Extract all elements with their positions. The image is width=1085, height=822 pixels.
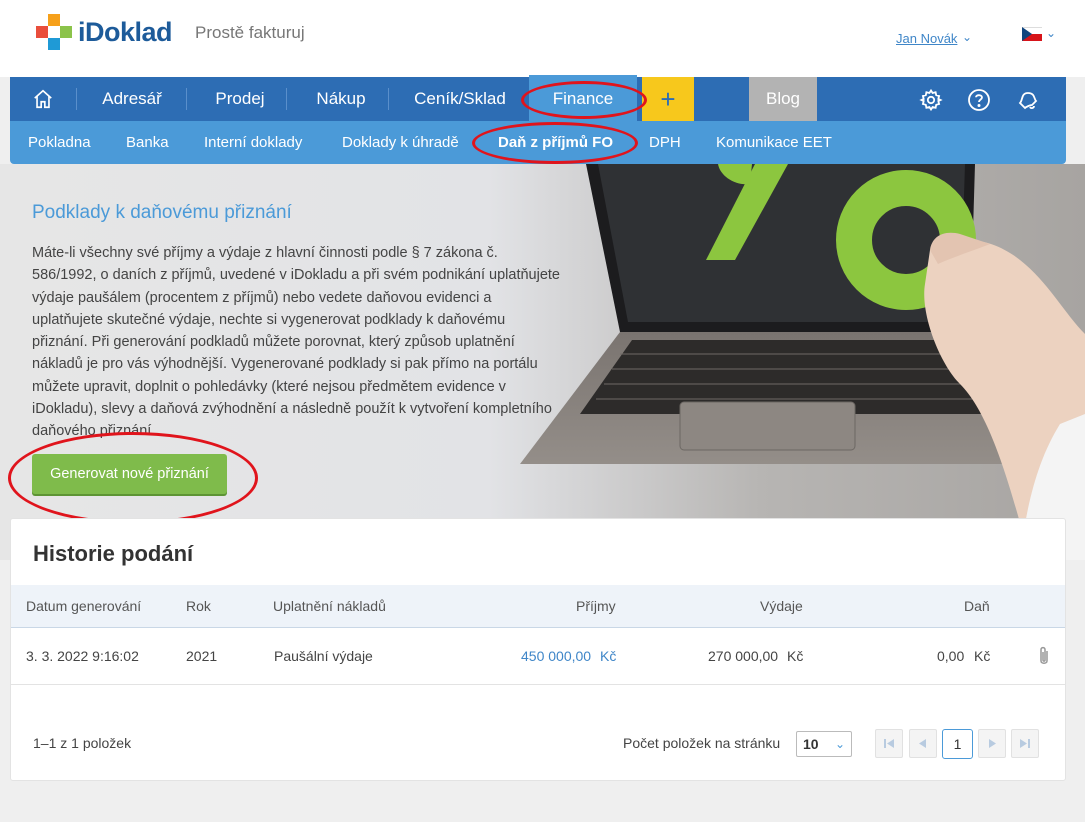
first-page-button[interactable] — [875, 729, 903, 758]
nav-adresar[interactable]: Adresář — [86, 77, 178, 121]
cell-year: 2021 — [186, 648, 218, 664]
items-count: 1–1 z 1 položek — [33, 735, 132, 751]
per-page-select[interactable]: 10 ⌄ — [796, 731, 852, 757]
subnav-dph[interactable]: DPH — [649, 121, 681, 164]
notification-icon[interactable] — [1016, 88, 1040, 112]
subnav-dan-z-prijmu-fo[interactable]: Daň z příjmů FO — [498, 121, 613, 164]
tagline: Prostě fakturuj — [195, 23, 305, 42]
logo-text: iDoklad — [78, 16, 173, 47]
cell-income-currency: Kč — [600, 648, 617, 664]
nav-cenik-sklad[interactable]: Ceník/Sklad — [398, 77, 522, 121]
hero-title: Podklady k daňovému přiznání — [32, 202, 292, 223]
subnav-doklady-k-uhrade[interactable]: Doklady k úhradě — [342, 121, 459, 164]
history-card: Historie podání Datum generování Rok Upl… — [10, 518, 1066, 781]
subnav-komunikace-eet[interactable]: Komunikace EET — [716, 121, 832, 164]
subnav-interni-doklady[interactable]: Interní doklady — [204, 121, 302, 164]
app-header: iDoklad Prostě fakturuj Jan Novák ⌄ ⌄ — [0, 0, 1085, 77]
col-expenses[interactable]: Výdaje — [760, 585, 803, 628]
sub-nav: Pokladna Banka Interní doklady Doklady k… — [10, 121, 1066, 164]
next-page-button[interactable] — [978, 729, 1006, 758]
chevron-down-icon[interactable]: ⌄ — [1046, 26, 1056, 40]
cell-tax-currency: Kč — [974, 648, 991, 664]
laptop-hand-illustration — [520, 164, 1085, 560]
per-page-value: 10 — [803, 736, 819, 752]
last-page-icon — [1020, 739, 1030, 748]
hero-description: Máte-li všechny své příjmy a výdaje z hl… — [32, 245, 560, 440]
add-button[interactable]: + — [642, 77, 694, 121]
attachment-icon[interactable] — [1037, 645, 1051, 667]
generate-return-button[interactable]: Generovat nové přiznání — [32, 454, 227, 494]
prev-page-button[interactable] — [909, 729, 937, 758]
col-year[interactable]: Rok — [186, 585, 211, 628]
cell-expenses: 270 000,00 — [708, 648, 779, 664]
current-page[interactable]: 1 — [942, 729, 973, 759]
logo-mark-icon — [36, 14, 72, 50]
col-date[interactable]: Datum generování — [26, 585, 141, 628]
per-page-label: Počet položek na stránku — [623, 735, 781, 751]
cell-expenses-currency: Kč — [787, 648, 804, 664]
idoklad-logo[interactable]: iDoklad — [36, 14, 173, 50]
table-row[interactable]: 3. 3. 2022 9:16:02 2021 Paušální výdaje … — [11, 628, 1065, 685]
home-icon[interactable] — [32, 88, 54, 110]
history-title: Historie podání — [33, 541, 194, 566]
first-page-icon — [884, 739, 894, 748]
nav-blog[interactable]: Blog — [749, 77, 817, 121]
last-page-button[interactable] — [1011, 729, 1039, 758]
col-income[interactable]: Příjmy — [576, 585, 616, 628]
prev-page-icon — [919, 739, 926, 748]
cell-tax: 0,00 — [937, 648, 965, 664]
nav-finance[interactable]: Finance — [529, 75, 637, 121]
chevron-down-icon: ⌄ — [834, 737, 845, 751]
subnav-pokladna[interactable]: Pokladna — [28, 121, 91, 164]
chevron-down-icon[interactable]: ⌄ — [962, 30, 972, 44]
table-header: Datum generování Rok Uplatnění nákladů P… — [11, 585, 1065, 628]
user-menu[interactable]: Jan Novák — [896, 31, 957, 46]
cell-method: Paušální výdaje — [274, 648, 373, 664]
gear-icon[interactable] — [919, 88, 943, 112]
help-icon[interactable] — [967, 88, 991, 112]
cell-income[interactable]: 450 000,00 — [521, 628, 591, 685]
nav-nakup[interactable]: Nákup — [296, 77, 386, 121]
col-tax[interactable]: Daň — [964, 585, 990, 628]
nav-prodej[interactable]: Prodej — [196, 77, 284, 121]
subnav-banka[interactable]: Banka — [126, 121, 169, 164]
col-cost-method[interactable]: Uplatnění nákladů — [273, 585, 386, 628]
hero-banner: Podklady k daňovému přiznání Máte-li vše… — [0, 164, 1085, 560]
next-page-icon — [989, 739, 996, 748]
cs-flag-icon[interactable] — [1022, 27, 1042, 41]
cell-date: 3. 3. 2022 9:16:02 — [26, 648, 139, 664]
main-nav: Adresář Prodej Nákup Ceník/Sklad Finance… — [10, 75, 1066, 121]
